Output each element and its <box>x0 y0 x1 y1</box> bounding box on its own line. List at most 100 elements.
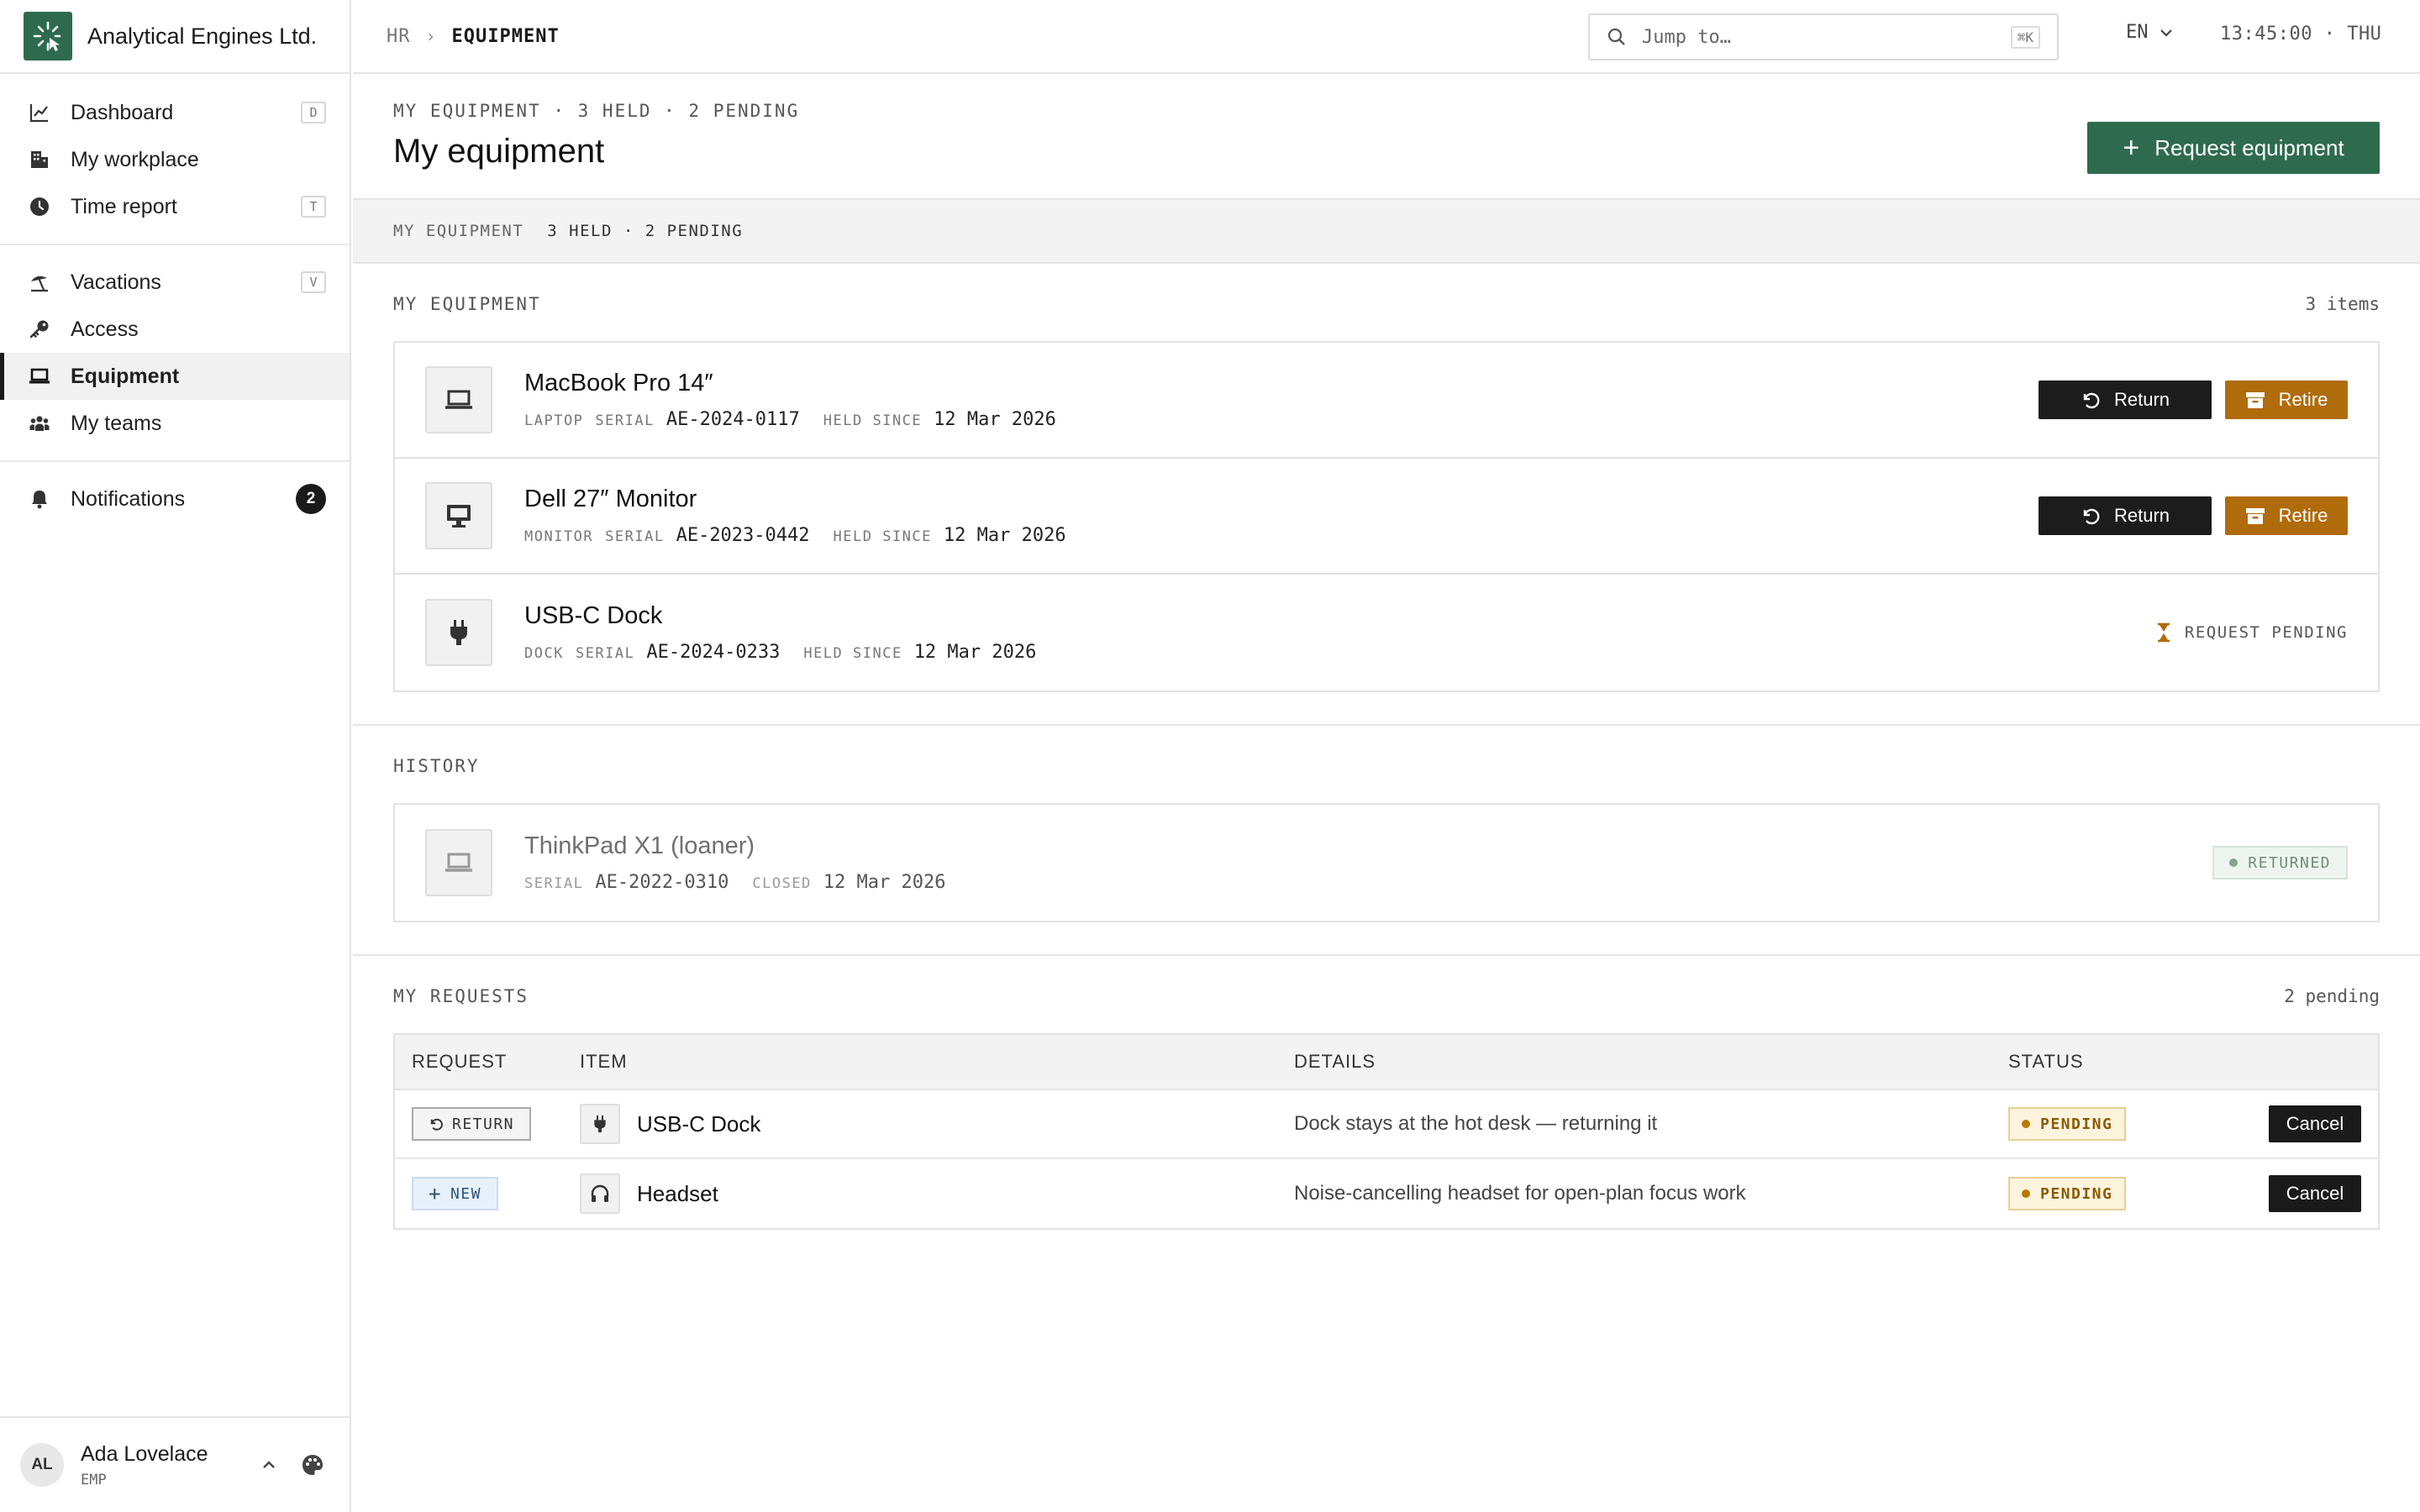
history-list: ThinkPad X1 (loaner) SERIAL AE-2022-0310… <box>393 803 2380 922</box>
serial-value: AE-2024-0117 <box>666 409 800 430</box>
request-item-cell: USB-C Dock <box>580 1104 1294 1144</box>
shortcut-hint: T <box>301 196 326 218</box>
section-title: HISTORY <box>393 756 480 776</box>
nav-group-people: Vacations V Access Equipment My teams <box>0 259 350 462</box>
table-row: RETURN USB-C Dock Dock stays at the hot … <box>395 1090 2378 1159</box>
sidebar-item-vacations[interactable]: Vacations V <box>0 259 350 306</box>
section-title: MY REQUESTS <box>393 986 529 1006</box>
language-value: EN <box>2126 22 2149 43</box>
cancel-request-button[interactable]: Cancel <box>2269 1175 2361 1212</box>
equipment-section: MY EQUIPMENT 3 items MacBook Pro 14″ LAP… <box>353 264 2420 726</box>
bell-icon <box>27 486 52 512</box>
user-menu[interactable]: AL Ada Lovelace EMP <box>0 1416 350 1512</box>
column-header-status: STATUS <box>2008 1051 2084 1072</box>
request-status-cell: PENDING <box>2008 1107 2252 1141</box>
laptop-icon <box>425 829 492 896</box>
request-type-tag: RETURN <box>412 1107 532 1141</box>
status-label: PENDING <box>2040 1115 2113 1133</box>
equipment-name: USB-C Dock <box>524 602 663 629</box>
column-header-request: REQUEST <box>412 1051 508 1072</box>
status-badge: PENDING <box>2008 1107 2127 1141</box>
main-content: MY EQUIPMENT · 3 HELD · 2 PENDING My equ… <box>353 76 2420 1512</box>
sidebar-item-my-teams[interactable]: My teams <box>0 400 350 447</box>
palette-icon[interactable] <box>296 1448 329 1482</box>
section-count: 2 pending <box>2284 986 2380 1006</box>
sidebar-item-label: Time report <box>71 194 177 218</box>
search-input[interactable]: Jump to… ⌘K <box>1588 13 2059 60</box>
laptop-icon <box>425 366 492 433</box>
retire-button[interactable]: Retire <box>2225 496 2348 535</box>
sidebar-item-label: Dashboard <box>71 100 174 124</box>
table-row: + NEW Headset Noise-cancelling headset f… <box>395 1159 2378 1228</box>
plug-icon <box>580 1104 620 1144</box>
return-button[interactable]: Return <box>2039 496 2212 535</box>
brand-logo-icon <box>24 12 72 60</box>
cancel-request-button[interactable]: Cancel <box>2269 1105 2361 1142</box>
request-type-cell: + NEW <box>395 1177 580 1210</box>
plus-icon: + <box>2123 132 2140 164</box>
equipment-actions: Return Retire <box>2039 496 2348 535</box>
sidebar-item-label: Notifications <box>71 486 186 511</box>
breadcrumb: HR › EQUIPMENT <box>387 26 560 47</box>
sidebar-item-label: Vacations <box>71 270 161 294</box>
request-type-tag: + NEW <box>412 1177 498 1210</box>
history-info: ThinkPad X1 (loaner) SERIAL AE-2022-0310… <box>524 832 2212 893</box>
undo-icon <box>430 1118 443 1131</box>
serial-label: SERIAL <box>524 875 584 892</box>
brand[interactable]: Analytical Engines Ltd. <box>0 0 350 74</box>
return-label: Return <box>2113 389 2170 410</box>
page-header: MY EQUIPMENT · 3 HELD · 2 PENDING My equ… <box>353 76 2420 200</box>
request-equipment-button[interactable]: + Request equipment <box>2087 122 2380 174</box>
sidebar-item-equipment[interactable]: Equipment <box>0 353 350 400</box>
serial-value: AE-2024-0233 <box>646 642 781 663</box>
key-icon <box>27 317 52 342</box>
equipment-type: LAPTOP <box>524 412 584 429</box>
brand-name: Analytical Engines Ltd. <box>87 23 318 49</box>
plus-icon: + <box>429 1182 442 1205</box>
equipment-info: Dell 27″ Monitor MONITOR SERIAL AE-2023-… <box>524 486 2039 546</box>
undo-icon <box>2083 392 2100 409</box>
sidebar-item-dashboard[interactable]: Dashboard D <box>0 89 350 136</box>
clock-icon <box>27 194 52 219</box>
sidebar-item-label: Access <box>71 317 139 341</box>
sidebar-item-my-workplace[interactable]: My workplace <box>0 136 350 183</box>
equipment-name: MacBook Pro 14″ <box>524 370 713 396</box>
equipment-meta: DOCK SERIAL AE-2024-0233 HELD SINCE 12 M… <box>524 642 2156 663</box>
section-title: MY EQUIPMENT <box>393 294 541 314</box>
building-icon <box>27 147 52 172</box>
serial-value: AE-2023-0442 <box>676 525 810 546</box>
held-since-value: 12 Mar 2026 <box>943 525 1066 546</box>
chevron-up-icon[interactable] <box>252 1448 286 1482</box>
request-action-cell: Cancel <box>2252 1105 2378 1142</box>
return-button[interactable]: Return <box>2039 381 2212 419</box>
equipment-meta: MONITOR SERIAL AE-2023-0442 HELD SINCE 1… <box>524 525 2039 546</box>
column-header-item: ITEM <box>580 1051 628 1072</box>
requests-section: MY REQUESTS 2 pending REQUEST ITEM DETAI… <box>353 956 2420 1230</box>
sidebar-item-notifications[interactable]: Notifications 2 <box>0 475 350 522</box>
serial-label: SERIAL <box>575 645 635 662</box>
section-count: 3 items <box>2305 294 2380 314</box>
closed-value: 12 Mar 2026 <box>823 872 946 893</box>
sidebar-item-access[interactable]: Access <box>0 306 350 353</box>
table-header: REQUEST ITEM DETAILS STATUS <box>395 1035 2378 1090</box>
held-since-label: HELD SINCE <box>803 645 902 662</box>
retire-button[interactable]: Retire <box>2225 381 2348 419</box>
retire-label: Retire <box>2278 389 2328 410</box>
plug-icon <box>425 599 492 666</box>
status-dot <box>2022 1120 2030 1128</box>
user-role: EMP <box>81 1471 107 1488</box>
page-eyebrow: MY EQUIPMENT · 3 HELD · 2 PENDING <box>393 101 800 121</box>
breadcrumb-current: EQUIPMENT <box>451 25 560 47</box>
equipment-card: MacBook Pro 14″ LAPTOP SERIAL AE-2024-01… <box>395 343 2378 459</box>
breadcrumb-separator: › <box>425 26 437 46</box>
breadcrumb-parent[interactable]: HR <box>387 26 411 47</box>
sidebar-item-time-report[interactable]: Time report T <box>0 183 350 230</box>
sidebar-item-label: My teams <box>71 411 162 435</box>
retire-label: Retire <box>2278 505 2328 526</box>
language-select[interactable]: EN <box>2126 22 2174 43</box>
summary-value: 3 HELD · 2 PENDING <box>547 222 744 240</box>
request-item-name: USB-C Dock <box>637 1110 761 1137</box>
history-meta: SERIAL AE-2022-0310 CLOSED 12 Mar 2026 <box>524 872 2212 893</box>
summary-strip: MY EQUIPMENT 3 HELD · 2 PENDING <box>353 200 2420 264</box>
request-pending-status: REQUEST PENDING <box>2156 622 2348 643</box>
